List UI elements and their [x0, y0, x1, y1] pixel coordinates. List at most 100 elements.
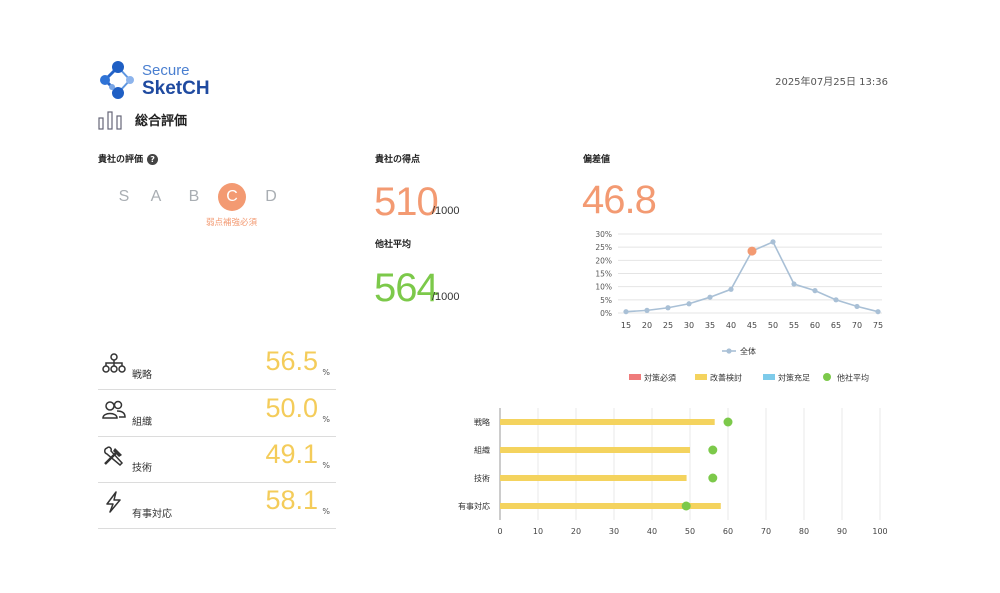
tools-icon: [104, 446, 124, 467]
x-tick-label: 35: [705, 321, 715, 330]
x-tick-label: 15: [621, 321, 631, 330]
y-tick-label: 10%: [595, 283, 612, 292]
x-tick-label: 25: [663, 321, 673, 330]
x-tick-label: 90: [837, 527, 847, 536]
category-name: 技術: [132, 463, 152, 474]
data-point: [812, 288, 818, 294]
data-point: [623, 309, 629, 315]
legend-marker: [823, 373, 831, 381]
grade-scale: S A B C D: [110, 183, 280, 213]
users-icon: [102, 400, 126, 419]
brand-name-line1: Secure: [142, 62, 190, 79]
x-tick-label: 50: [685, 527, 695, 536]
y-category-label: 有事対応: [458, 501, 490, 511]
x-tick-label: 70: [761, 527, 771, 536]
peer-average-dot: [723, 417, 733, 427]
data-point: [791, 281, 797, 287]
page-title: 総合評価: [135, 114, 188, 129]
percent-unit: %: [322, 415, 330, 424]
y-category-label: 技術: [474, 473, 490, 483]
x-tick-label: 10: [533, 527, 543, 536]
score-denominator: /1000: [432, 205, 460, 217]
category-percent: 50.0: [265, 393, 318, 423]
rating-label: 貴社の評価: [98, 155, 144, 165]
data-point: [770, 239, 776, 245]
category-name: 有事対応: [132, 509, 172, 520]
y-category-label: 戦略: [474, 417, 490, 427]
x-tick-label: 100: [872, 527, 887, 536]
brand-logo: Secure SketCH: [98, 60, 238, 104]
bar: [500, 475, 687, 481]
score-label: 貴社の得点: [375, 155, 421, 165]
peer-average-dot: [708, 473, 718, 483]
category-row-organization: 組織 50.0 %: [98, 391, 336, 437]
data-point: [833, 297, 839, 303]
percent-unit: %: [322, 368, 330, 377]
legend-label: 対策必須: [644, 373, 676, 383]
bar-chart-icon: [98, 111, 122, 130]
x-tick-label: 75: [873, 321, 883, 330]
legend-marker: [629, 374, 641, 380]
x-tick-label: 60: [723, 527, 733, 536]
y-tick-label: 0%: [600, 309, 612, 318]
hierarchy-icon: [102, 353, 126, 373]
category-percent: 49.1: [265, 439, 318, 469]
grade-note: 弱点補強必須: [206, 218, 258, 228]
x-tick-label: 0: [497, 527, 502, 536]
category-row-strategy: 戦略 56.5 %: [98, 344, 336, 390]
category-row-incident-response: 有事対応 58.1 %: [98, 483, 336, 529]
x-tick-label: 65: [831, 321, 841, 330]
grade-s: S: [118, 188, 130, 205]
data-point: [854, 303, 860, 310]
lightning-icon: [106, 491, 121, 513]
legend-label: 改善検討: [710, 373, 742, 383]
category-name: 組織: [132, 417, 152, 428]
x-tick-label: 30: [609, 527, 619, 536]
y-tick-label: 30%: [595, 230, 612, 239]
grade-d: D: [265, 188, 277, 205]
legend-marker: [695, 374, 707, 380]
legend-marker: [763, 374, 775, 380]
peer-average-dot: [681, 501, 691, 511]
data-point: [875, 309, 881, 315]
y-category-label: 組織: [474, 445, 490, 455]
legend-label: 対策充足: [778, 373, 810, 383]
x-tick-label: 45: [747, 321, 757, 330]
question-circle-icon[interactable]: ?: [147, 154, 159, 165]
data-point: [728, 286, 734, 292]
distribution-line-chart: 0% 5% 10% 15% 20% 25% 30% 15 20 25 30 35 40 45 50 55 60 6…: [595, 230, 883, 356]
deviation-value: 46.8: [582, 178, 657, 222]
grade-b: B: [188, 188, 200, 205]
bar: [500, 447, 690, 453]
brand-name-line2: SketCH: [142, 78, 210, 99]
peer-average-dot: [708, 445, 718, 455]
data-point: [644, 307, 650, 313]
x-tick-label: 40: [647, 527, 657, 536]
x-tick-label: 30: [684, 321, 694, 330]
data-point: [707, 294, 713, 300]
peer-average-label: 他社平均: [375, 240, 412, 250]
y-tick-label: 20%: [595, 256, 612, 265]
x-tick-label: 60: [810, 321, 820, 330]
rating-section-label: 貴社の評価?: [98, 152, 159, 165]
x-tick-label: 20: [571, 527, 581, 536]
peer-average-denominator: /1000: [432, 291, 460, 303]
y-tick-label: 5%: [600, 296, 612, 305]
category-percent: 56.5: [265, 346, 318, 376]
percent-unit: %: [322, 507, 330, 516]
peer-average-value: 564: [374, 266, 439, 310]
score-value: 510: [374, 180, 439, 224]
category-bar-chart: 対策必須 改善検討 対策充足 他社平均 0 10 20 30 40 50 60 70 80 90 100 戦略…: [458, 373, 888, 537]
category-percent: 58.1: [265, 485, 318, 515]
company-highlight-point: [747, 246, 757, 256]
data-point: [665, 305, 671, 311]
legend-label: 全体: [740, 346, 756, 356]
x-tick-label: 70: [852, 321, 862, 330]
data-point: [686, 301, 692, 307]
percent-unit: %: [322, 461, 330, 470]
x-tick-label: 55: [789, 321, 799, 330]
grade-c-selected: C: [218, 183, 246, 211]
legend-point-marker: [726, 348, 732, 354]
legend-label: 他社平均: [837, 373, 869, 383]
y-tick-label: 25%: [595, 243, 612, 252]
